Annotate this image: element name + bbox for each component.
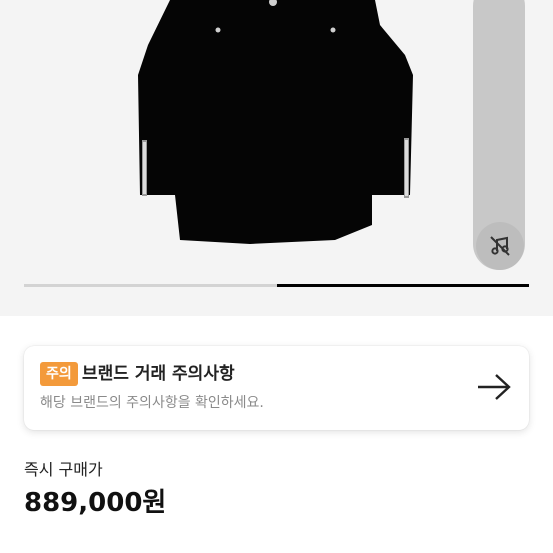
brand-notice-card[interactable]: 주의 브랜드 거래 주의사항 해당 브랜드의 주의사항을 확인하세요. [24, 346, 529, 430]
notice-subtitle: 해당 브랜드의 주의사항을 확인하세요. [40, 395, 264, 411]
product-image-gallery[interactable] [0, 0, 553, 316]
instant-buy-price: 889,000원 [24, 488, 167, 518]
sound-off-icon [490, 236, 510, 256]
arrow-right-icon[interactable] [476, 372, 512, 402]
gallery-progress-bar [24, 284, 529, 287]
gallery-progress-fill [276, 284, 529, 287]
warning-badge: 주의 [40, 362, 78, 386]
notice-title: 브랜드 거래 주의사항 [82, 364, 235, 384]
product-image [138, 0, 413, 244]
instant-buy-label: 즉시 구매가 [24, 460, 103, 479]
mute-button[interactable] [476, 222, 524, 270]
